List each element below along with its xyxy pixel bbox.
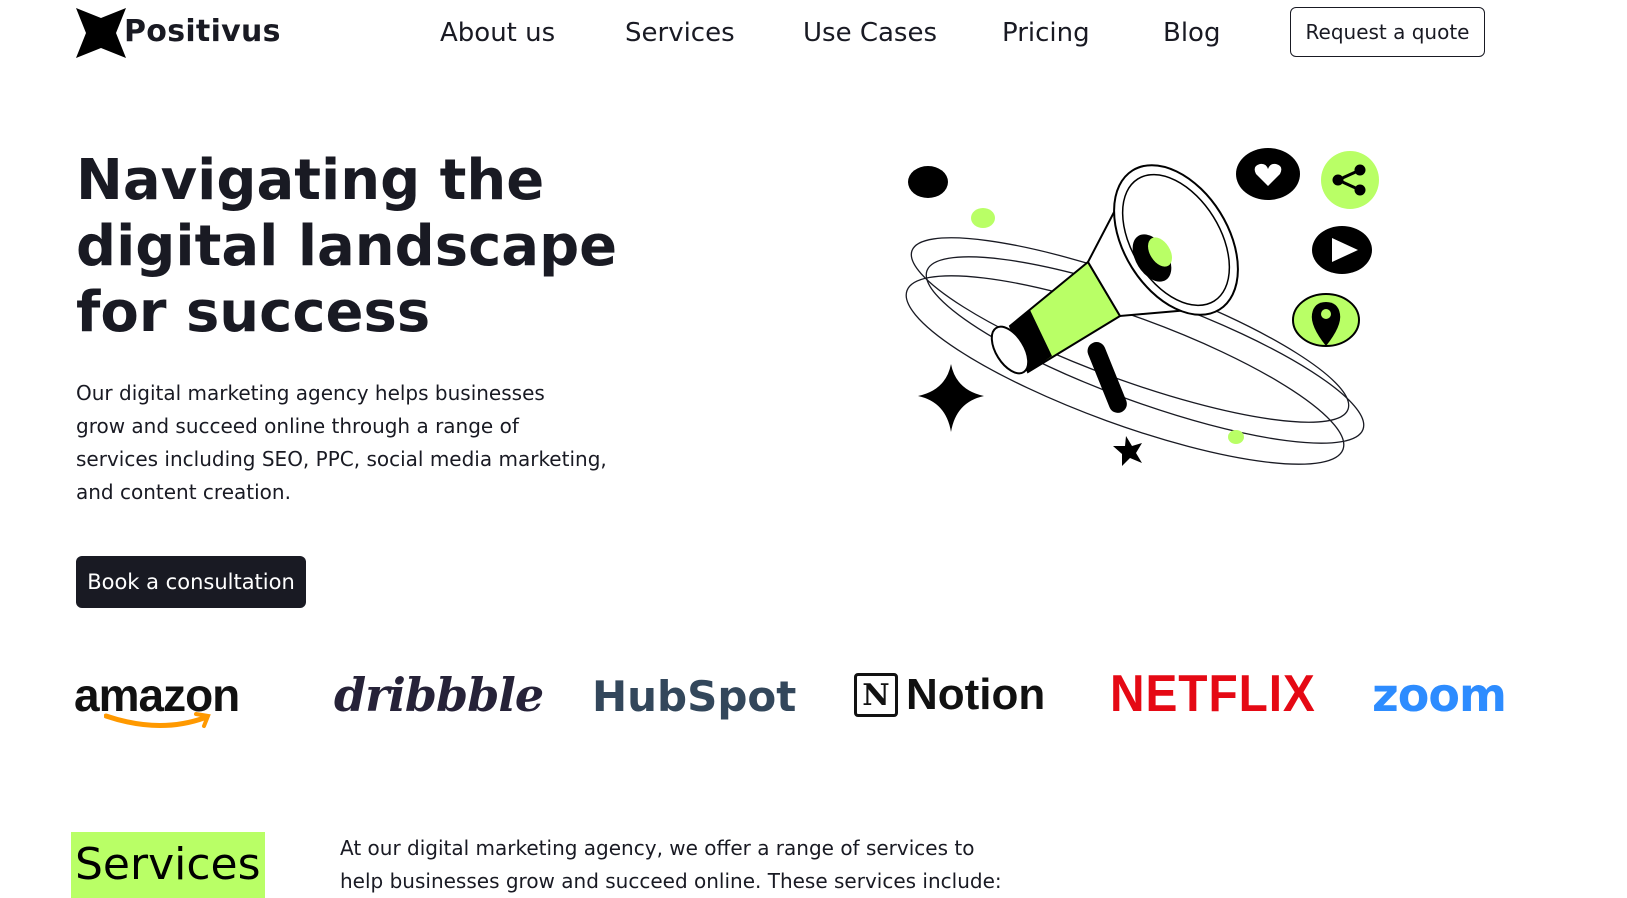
location-pin-icon (1292, 293, 1360, 347)
nav-blog[interactable]: Blog (1163, 18, 1220, 48)
play-icon (1312, 226, 1372, 274)
nav-use-cases[interactable]: Use Cases (803, 18, 937, 48)
share-icon (1321, 151, 1379, 209)
black-dot-icon (908, 166, 948, 198)
services-heading: Services (71, 832, 265, 898)
services-description-line: help businesses grow and succeed online.… (340, 869, 1002, 893)
nav-pricing[interactable]: Pricing (1002, 18, 1090, 48)
hero-description-line: and content creation. (76, 480, 291, 504)
heart-icon (1236, 148, 1300, 200)
nav-about-us[interactable]: About us (440, 18, 555, 48)
nav-services[interactable]: Services (625, 18, 735, 48)
amazon-smile-icon (104, 712, 211, 729)
hero-description-line: Our digital marketing agency helps busin… (76, 381, 545, 405)
brand-logo[interactable]: Positivus (76, 8, 281, 60)
zoom-logo: zoom (1372, 668, 1507, 722)
hubspot-logo: HubSpot (592, 672, 797, 721)
sparkle-icon (918, 364, 984, 432)
brand-name: Positivus (124, 14, 281, 49)
services-description-line: At our digital marketing agency, we offe… (340, 836, 975, 860)
notion-logo: N Notion (854, 670, 1045, 720)
hero-title-line: for success (76, 280, 431, 345)
notion-logo-text: Notion (906, 670, 1046, 719)
amazon-logo: amazon (74, 668, 240, 729)
hero-description-line: grow and succeed online through a range … (76, 414, 519, 438)
star-burst-icon (76, 8, 126, 58)
hero-description-line: services including SEO, PPC, social medi… (76, 447, 607, 471)
hero-description: Our digital marketing agency helps busin… (76, 377, 636, 509)
netflix-logo: NETFLIX (1110, 665, 1316, 723)
green-dot-icon (971, 208, 995, 228)
hero-title-line: Navigating the (76, 148, 545, 213)
book-consultation-button[interactable]: Book a consultation (76, 556, 306, 608)
small-star-icon (1113, 436, 1142, 466)
hero-title: Navigating the digital landscape for suc… (76, 148, 636, 346)
megaphone-handle (1087, 342, 1127, 413)
request-quote-button[interactable]: Request a quote (1290, 7, 1485, 57)
green-dot-icon (1228, 430, 1244, 444)
dribbble-logo: dribbble (334, 668, 544, 722)
hero-title-line: digital landscape (76, 214, 618, 279)
services-description: At our digital marketing agency, we offe… (340, 832, 1002, 898)
megaphone-illustration (905, 148, 1379, 466)
notion-icon: N (854, 673, 898, 717)
